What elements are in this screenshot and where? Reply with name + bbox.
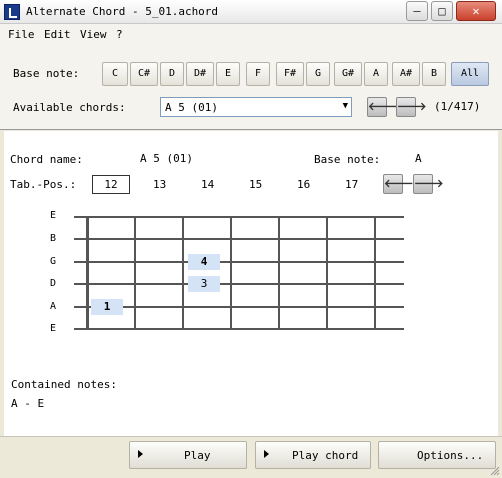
- dropdown-arrow-icon: ▼: [342, 101, 348, 111]
- note-button-c-sharp[interactable]: C#: [130, 62, 158, 86]
- base-note-label: Base note:: [13, 67, 80, 80]
- guitar-string: [74, 261, 404, 263]
- fret-number: 17: [345, 178, 359, 191]
- tab-pos-current[interactable]: 12: [92, 175, 130, 194]
- string-label: E: [50, 210, 57, 221]
- prev-position-button[interactable]: 🡐: [383, 174, 414, 194]
- play-icon: [264, 450, 269, 458]
- maximize-icon: □: [438, 4, 446, 18]
- note-button-d-sharp[interactable]: D#: [186, 62, 214, 86]
- menu-view[interactable]: View: [80, 28, 107, 41]
- guitar-string: [74, 238, 404, 240]
- next-chord-button[interactable]: 🡒: [396, 97, 427, 117]
- note-button-d[interactable]: D: [160, 62, 184, 86]
- options-button-label: Options...: [417, 449, 484, 462]
- next-position-button[interactable]: 🡒: [413, 174, 444, 194]
- fret-number: 15: [249, 178, 263, 191]
- play-chord-button[interactable]: Play chord: [255, 441, 371, 469]
- guitar-string: [74, 283, 404, 285]
- fretboard-nut: [86, 217, 89, 329]
- finger-marker[interactable]: 1: [91, 299, 123, 315]
- note-button-g-sharp[interactable]: G#: [334, 62, 362, 86]
- available-chords-value: A 5 (01): [165, 101, 218, 114]
- guitar-string: [74, 216, 404, 218]
- fret-number: 14: [201, 178, 215, 191]
- fret-number: 16: [297, 178, 311, 191]
- note-button-all[interactable]: All: [451, 62, 489, 86]
- note-button-c[interactable]: C: [102, 62, 128, 86]
- guitar-string: [74, 328, 404, 330]
- note-button-e[interactable]: E: [216, 62, 240, 86]
- finger-marker[interactable]: 4: [188, 254, 220, 270]
- arrow-right-icon: 🡒: [414, 177, 444, 190]
- arrow-left-icon: 🡐: [384, 177, 414, 190]
- chord-name-label: Chord name:: [10, 153, 83, 166]
- selection-panel: [0, 44, 502, 130]
- chord-name-value: A 5 (01): [140, 152, 193, 165]
- window-title: Alternate Chord - 5_01.achord: [26, 5, 219, 18]
- note-button-f[interactable]: F: [246, 62, 270, 86]
- string-label: B: [50, 233, 57, 244]
- menu-file[interactable]: File: [8, 28, 35, 41]
- app-icon: [4, 4, 20, 20]
- chord-counter: (1/417): [434, 100, 481, 113]
- arrow-left-icon: 🡐: [368, 100, 398, 113]
- note-button-a-sharp[interactable]: A#: [392, 62, 420, 86]
- chord-base-note-value: A: [415, 152, 422, 165]
- string-label: D: [50, 278, 57, 289]
- menu-edit[interactable]: Edit: [44, 28, 71, 41]
- close-icon: ✕: [472, 4, 480, 18]
- minimize-button[interactable]: ‒: [406, 1, 428, 21]
- fret-line: [230, 217, 232, 329]
- note-button-a[interactable]: A: [364, 62, 388, 86]
- available-chords-label: Available chords:: [13, 101, 126, 114]
- chord-base-note-label: Base note:: [314, 153, 381, 166]
- play-button[interactable]: Play: [129, 441, 247, 469]
- string-label: E: [50, 323, 57, 334]
- minimize-icon: ‒: [413, 4, 421, 18]
- maximize-button[interactable]: □: [431, 1, 453, 21]
- app-window: Alternate Chord - 5_01.achord ‒ □ ✕ File…: [0, 0, 502, 478]
- play-icon: [138, 450, 143, 458]
- fret-line: [326, 217, 328, 329]
- fret-line: [374, 217, 376, 329]
- contained-notes-label: Contained notes:: [11, 378, 117, 391]
- prev-chord-button[interactable]: 🡐: [367, 97, 398, 117]
- note-button-b[interactable]: B: [422, 62, 446, 86]
- title-bar: Alternate Chord - 5_01.achord ‒ □ ✕: [0, 0, 502, 24]
- note-button-g[interactable]: G: [306, 62, 330, 86]
- fret-line: [278, 217, 280, 329]
- arrow-right-icon: 🡒: [397, 100, 427, 113]
- string-label: A: [50, 301, 57, 312]
- finger-marker[interactable]: 3: [188, 276, 220, 292]
- available-chords-select[interactable]: A 5 (01) ▼: [160, 97, 352, 117]
- guitar-string: [74, 306, 404, 308]
- string-label: G: [50, 256, 57, 267]
- fret-line: [134, 217, 136, 329]
- play-button-label: Play: [184, 449, 211, 462]
- menu-help[interactable]: ?: [116, 28, 123, 41]
- fret-line: [182, 217, 184, 329]
- close-button[interactable]: ✕: [456, 1, 496, 21]
- note-button-f-sharp[interactable]: F#: [276, 62, 304, 86]
- resize-grip-icon[interactable]: [490, 466, 500, 476]
- menu-bar: File Edit View ?: [0, 24, 502, 44]
- fret-number: 13: [153, 178, 167, 191]
- contained-notes-value: A - E: [11, 397, 45, 410]
- tab-pos-label: Tab.-Pos.:: [10, 178, 77, 191]
- options-button[interactable]: Options...: [378, 441, 496, 469]
- play-chord-button-label: Play chord: [292, 449, 359, 462]
